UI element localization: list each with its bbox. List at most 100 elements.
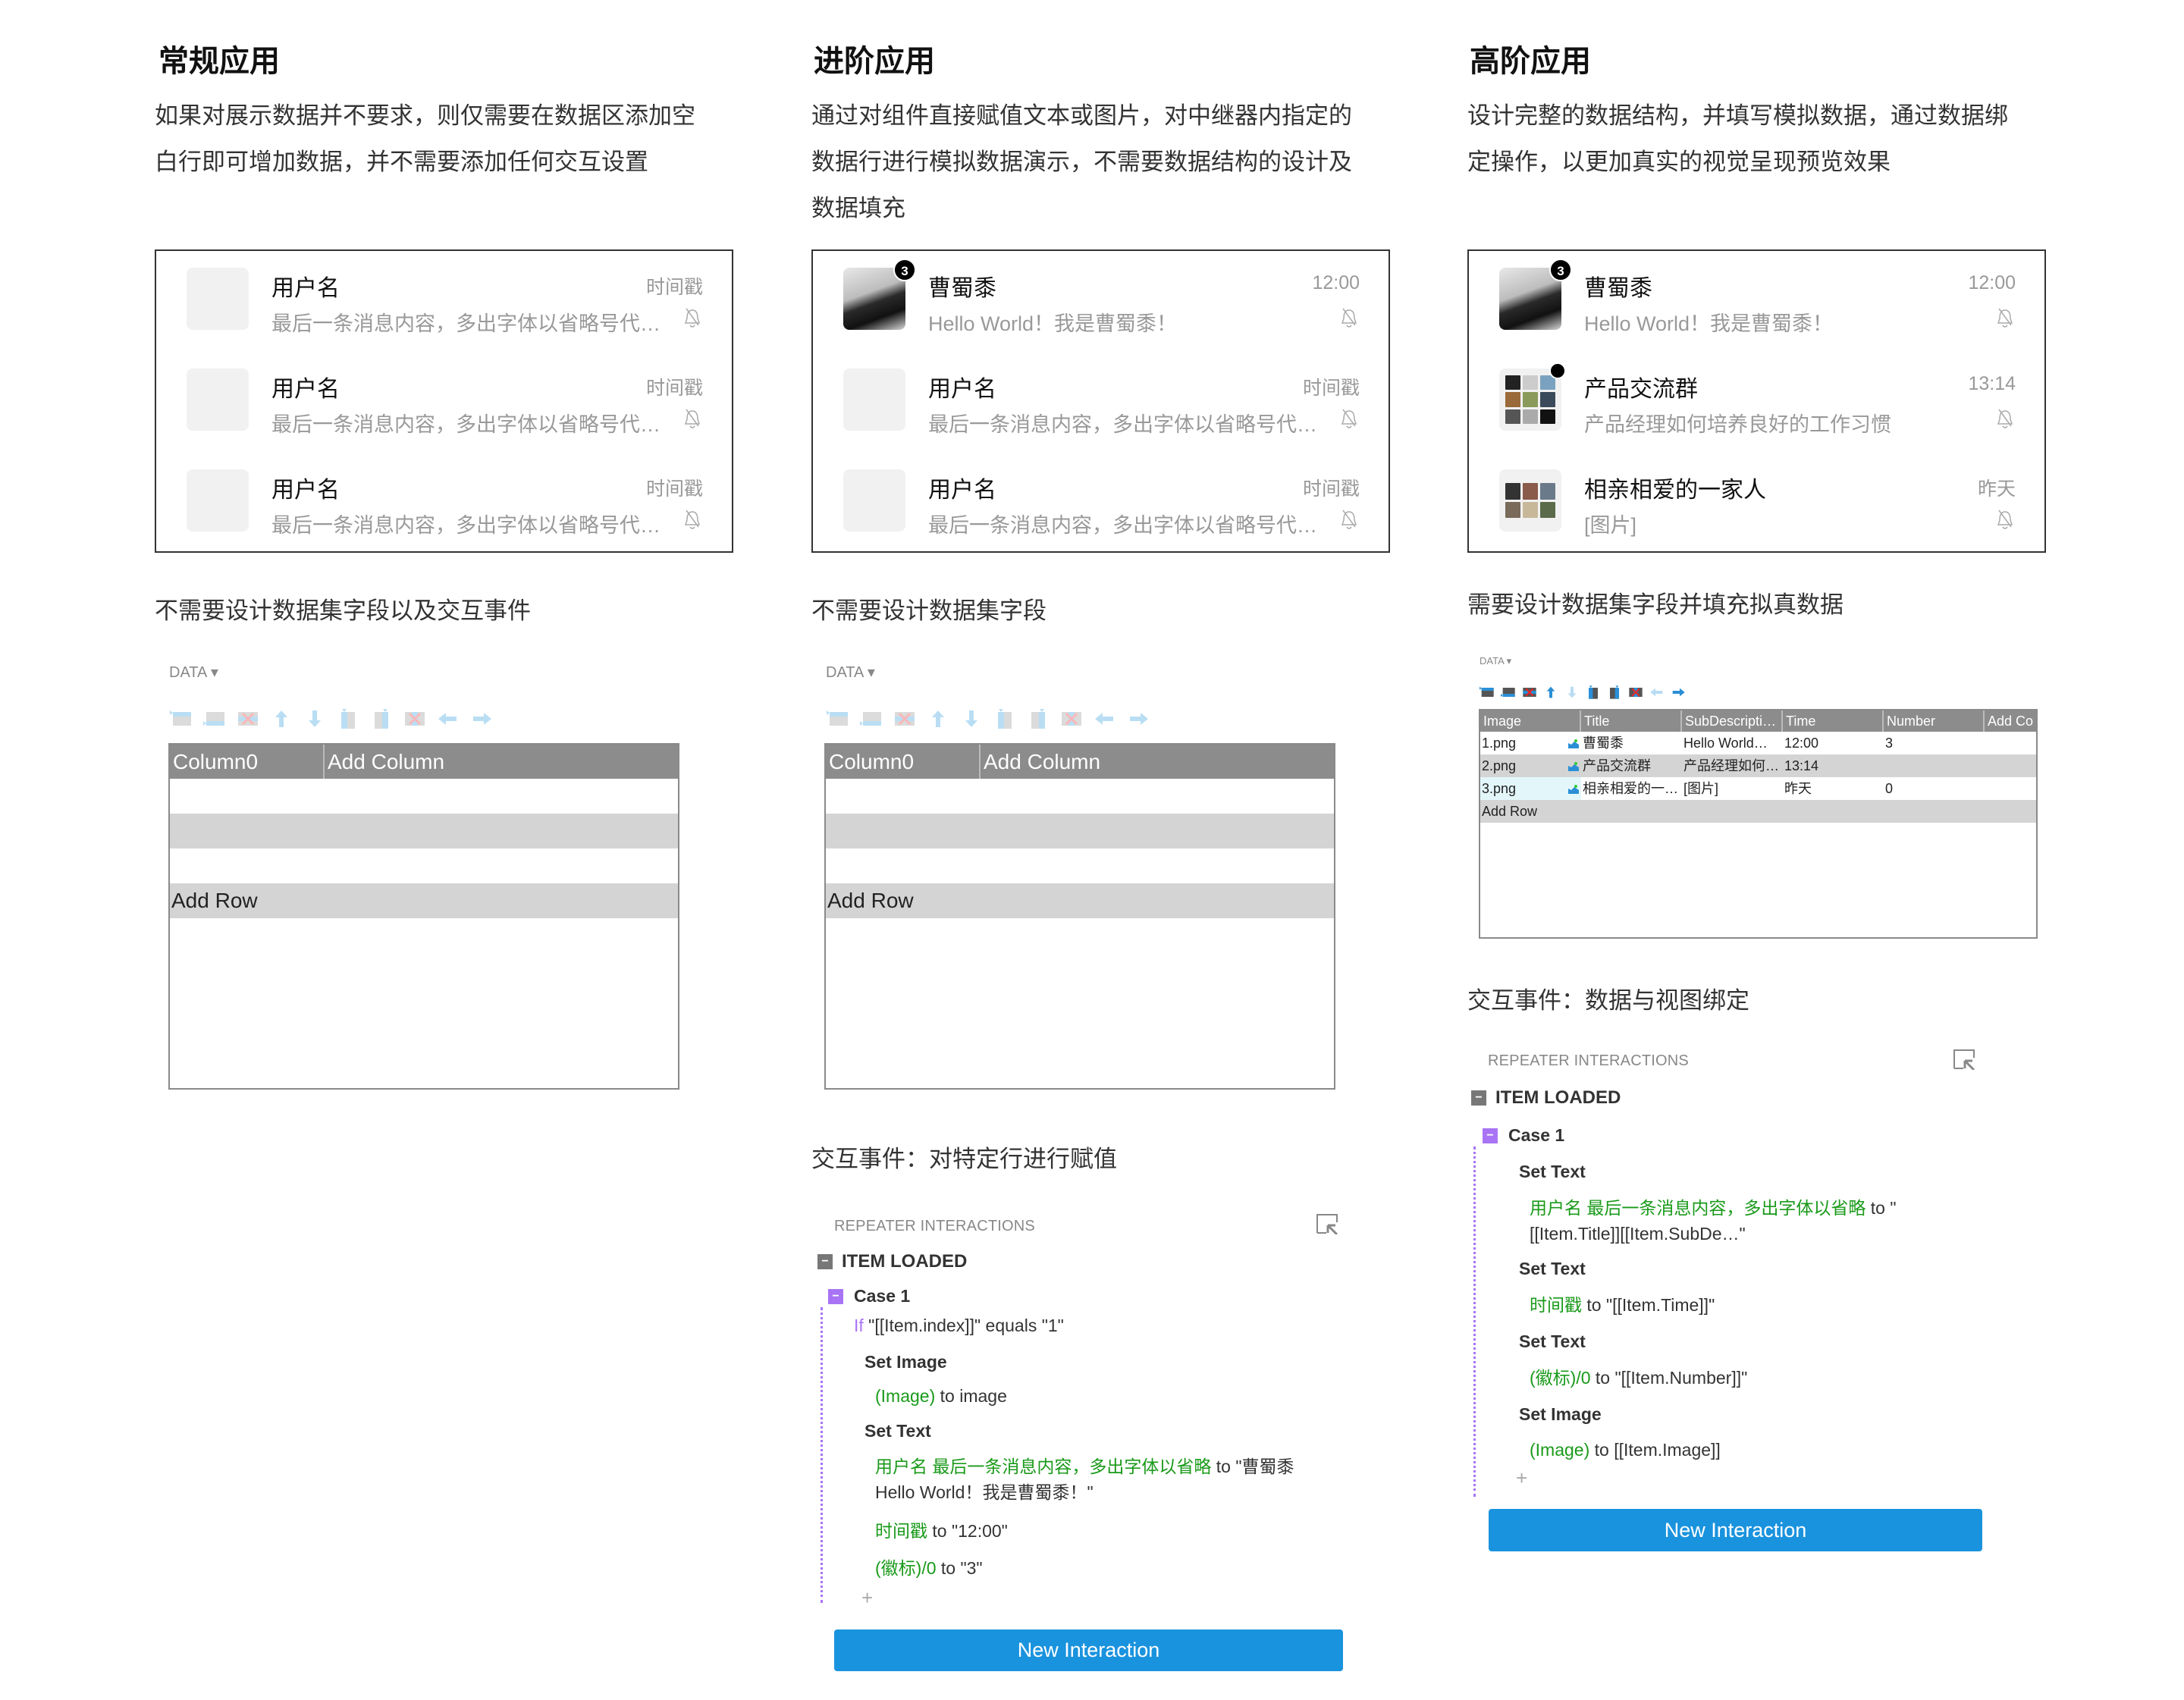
delete-row-icon[interactable] (893, 709, 916, 729)
move-row-down-icon[interactable] (303, 709, 326, 729)
cell-title[interactable]: 曹蜀黍 (1581, 732, 1682, 754)
delete-column-icon[interactable] (403, 709, 426, 729)
table-row[interactable] (170, 814, 678, 848)
new-interaction-button[interactable]: New Interaction (1489, 1509, 1982, 1551)
cell-time[interactable]: 13:14 (1783, 754, 1884, 777)
table-row[interactable] (826, 814, 1334, 848)
action-set-text[interactable]: Set Text (1519, 1331, 1586, 1352)
move-column-right-icon[interactable] (470, 709, 493, 729)
move-row-up-icon[interactable] (1543, 685, 1558, 699)
insert-row-below-icon[interactable] (1501, 685, 1516, 699)
cell-time[interactable]: 12:00 (1783, 732, 1884, 754)
move-column-left-icon[interactable] (1094, 709, 1116, 729)
table-row[interactable]: 3.png 相亲相爱的一… [图片] 昨天 0 (1480, 777, 2036, 800)
case-1[interactable]: − Case 1 (828, 1286, 910, 1306)
data-section-toggle[interactable]: DATA ▾ (826, 663, 875, 682)
insert-column-left-icon[interactable] (993, 709, 1016, 729)
cell-time[interactable]: 昨天 (1783, 777, 1884, 800)
case-1[interactable]: − Case 1 (1483, 1125, 1564, 1146)
insert-row-above-icon[interactable] (1480, 685, 1495, 699)
table-row[interactable] (170, 779, 678, 814)
data-section-toggle[interactable]: DATA ▾ (1480, 655, 1511, 667)
collapse-icon[interactable]: − (828, 1288, 843, 1304)
insert-column-right-icon[interactable] (370, 709, 393, 729)
insert-row-above-icon[interactable] (170, 709, 193, 729)
add-column-header[interactable]: Add Column (981, 745, 1334, 779)
add-row-button[interactable]: Add Row (170, 883, 678, 918)
move-column-left-icon[interactable] (1649, 685, 1665, 699)
add-column-header[interactable]: Add Co (1985, 710, 2036, 732)
cell-image[interactable]: 1.png (1480, 732, 1568, 754)
message-row[interactable]: 用户名 时间戳 最后一条消息内容，多出字体以省略号代替… (156, 453, 732, 554)
cell-number[interactable]: 0 (1884, 777, 1985, 800)
column-header[interactable]: SubDescripti… (1682, 710, 1783, 732)
insert-row-above-icon[interactable] (827, 709, 849, 729)
add-row-button[interactable]: Add Row (826, 883, 1334, 918)
message-row[interactable]: 用户名 时间戳 最后一条消息内容，多出字体以省略号代替… (156, 251, 732, 352)
move-row-down-icon[interactable] (1564, 685, 1580, 699)
insert-row-below-icon[interactable] (860, 709, 883, 729)
new-interaction-button[interactable]: New Interaction (834, 1629, 1343, 1671)
collapse-icon[interactable]: − (1483, 1128, 1498, 1143)
column-header[interactable]: Time (1783, 710, 1884, 732)
collapse-icon[interactable]: − (1471, 1090, 1486, 1106)
add-column-header[interactable]: Add Column (325, 745, 678, 779)
action-set-image[interactable]: Set Image (1519, 1404, 1602, 1425)
expand-panel-icon[interactable] (1316, 1213, 1338, 1234)
delete-row-icon[interactable] (237, 709, 259, 729)
move-row-down-icon[interactable] (960, 709, 983, 729)
column-header[interactable]: Title (1581, 710, 1682, 732)
action-set-text[interactable]: Set Text (1519, 1259, 1586, 1279)
add-action-button[interactable]: + (1516, 1466, 1527, 1490)
move-column-right-icon[interactable] (1671, 685, 1686, 699)
table-row[interactable]: 2.png 产品交流群 产品经理如何… 13:14 (1480, 754, 2036, 777)
cell-number[interactable]: 3 (1884, 732, 1985, 754)
move-row-up-icon[interactable] (927, 709, 949, 729)
message-row[interactable]: 用户名 时间戳 最后一条消息内容，多出字体以省略号代替… (156, 352, 732, 453)
delete-row-icon[interactable] (1522, 685, 1537, 699)
action-set-text[interactable]: Set Text (1519, 1162, 1586, 1182)
data-section-toggle[interactable]: DATA ▾ (169, 663, 218, 682)
cell-number[interactable] (1884, 754, 1985, 777)
event-label: ITEM LOADED (1495, 1087, 1621, 1108)
message-row[interactable]: 用户名 时间戳 最后一条消息内容，多出字体以省略号代替… (813, 352, 1389, 453)
insert-row-below-icon[interactable] (203, 709, 226, 729)
cell-title[interactable]: 产品交流群 (1581, 754, 1682, 777)
table-row[interactable] (826, 779, 1334, 814)
message-row[interactable]: 产品交流群 13:14 产品经理如何培养良好的工作习惯 (1469, 352, 2044, 453)
cell-image-selected[interactable]: 3.png (1480, 777, 1568, 800)
event-item-loaded[interactable]: − ITEM LOADED (817, 1251, 967, 1272)
cell-subdescription[interactable]: 产品经理如何… (1682, 754, 1783, 777)
move-column-right-icon[interactable] (1127, 709, 1150, 729)
cell-title[interactable]: 相亲相爱的一… (1581, 777, 1682, 800)
table-row[interactable] (170, 848, 678, 883)
column-header[interactable]: Column0 (826, 745, 981, 779)
cell-subdescription[interactable]: [图片] (1682, 777, 1783, 800)
column-header[interactable]: Image (1480, 710, 1581, 732)
event-item-loaded[interactable]: − ITEM LOADED (1471, 1087, 1621, 1109)
column-header[interactable]: Number (1884, 710, 1985, 732)
action-set-image[interactable]: Set Image (864, 1352, 947, 1372)
add-row-button[interactable]: Add Row (1480, 800, 2036, 823)
column-header[interactable]: Column0 (170, 745, 325, 779)
message-row[interactable]: 用户名 时间戳 最后一条消息内容，多出字体以省略号代替… (813, 453, 1389, 554)
message-row[interactable]: 3 曹蜀黍 12:00 Hello World！我是曹蜀黍！ (813, 251, 1389, 352)
message-row[interactable]: 相亲相爱的一家人 昨天 [图片] (1469, 453, 2044, 554)
insert-column-left-icon[interactable] (1586, 685, 1601, 699)
cell-subdescription[interactable]: Hello World… (1682, 732, 1783, 754)
action-set-text[interactable]: Set Text (864, 1421, 931, 1441)
collapse-icon[interactable]: − (817, 1254, 833, 1269)
insert-column-right-icon[interactable] (1027, 709, 1050, 729)
move-row-up-icon[interactable] (270, 709, 293, 729)
delete-column-icon[interactable] (1060, 709, 1083, 729)
insert-column-left-icon[interactable] (337, 709, 359, 729)
delete-column-icon[interactable] (1628, 685, 1643, 699)
cell-image[interactable]: 2.png (1480, 754, 1568, 777)
message-row[interactable]: 3 曹蜀黍 12:00 Hello World！我是曹蜀黍！ (1469, 251, 2044, 352)
insert-column-right-icon[interactable] (1607, 685, 1622, 699)
expand-panel-icon[interactable] (1953, 1049, 1975, 1070)
table-row[interactable]: 1.png 曹蜀黍 Hello World… 12:00 3 (1480, 732, 2036, 754)
table-row[interactable] (826, 848, 1334, 883)
add-action-button[interactable]: + (861, 1586, 873, 1610)
move-column-left-icon[interactable] (437, 709, 460, 729)
